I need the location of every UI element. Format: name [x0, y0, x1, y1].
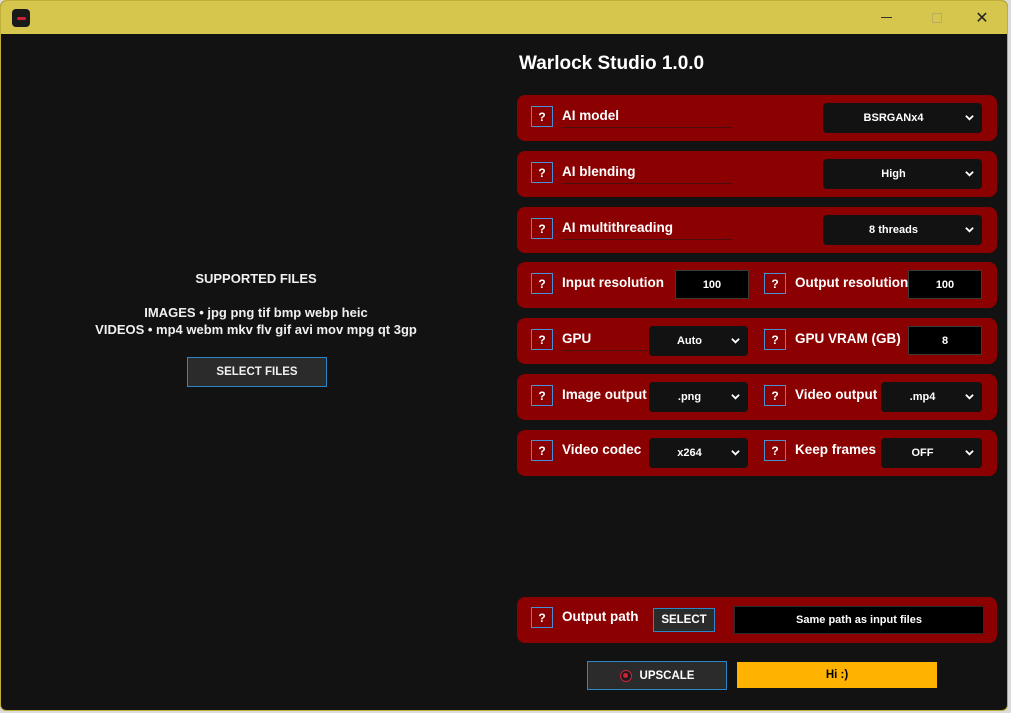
- chevron-down-icon: [965, 115, 974, 121]
- app-title: Warlock Studio 1.0.0: [519, 53, 705, 74]
- ai-multithreading-row: ? AI multithreading 8 threads: [517, 207, 997, 253]
- chevron-down-icon: [965, 394, 974, 400]
- ai-model-dropdown[interactable]: BSRGANx4: [823, 103, 982, 133]
- video-output-value: .mp4: [909, 391, 936, 403]
- resolution-row: ? Input resolution 100 ? Output resoluti…: [517, 262, 997, 308]
- app-window: ✕ SUPPORTED FILES IMAGES • jpg png tif b…: [0, 0, 1008, 711]
- label-underline: [562, 127, 732, 128]
- upscale-button[interactable]: UPSCALE: [587, 661, 727, 690]
- warlock-icon: [12, 9, 30, 27]
- keep-frames-help-button[interactable]: ?: [764, 440, 786, 461]
- video-output-dropdown[interactable]: .mp4: [881, 382, 982, 412]
- supported-videos-text: VIDEOS • mp4 webm mkv flv gif avi mov mp…: [95, 322, 417, 337]
- chevron-down-icon: [731, 450, 740, 456]
- chevron-down-icon: [731, 338, 740, 344]
- supported-images-text: IMAGES • jpg png tif bmp webp heic: [144, 305, 368, 320]
- ai-blending-row: ? AI blending High: [517, 151, 997, 197]
- chevron-down-icon: [965, 171, 974, 177]
- gpu-help-button[interactable]: ?: [531, 329, 553, 350]
- ai-model-label: AI model: [562, 108, 620, 123]
- input-resolution-label: Input resolution: [562, 275, 664, 290]
- image-output-help-button[interactable]: ?: [531, 385, 553, 406]
- ai-blending-dropdown[interactable]: High: [823, 159, 982, 189]
- maximize-button[interactable]: [914, 1, 960, 34]
- input-resolution-help-button[interactable]: ?: [531, 273, 553, 294]
- output-resolution-field[interactable]: 100: [908, 270, 982, 299]
- chevron-down-icon: [965, 227, 974, 233]
- upscale-button-label: UPSCALE: [639, 669, 695, 682]
- video-codec-help-button[interactable]: ?: [531, 440, 553, 461]
- video-output-help-button[interactable]: ?: [764, 385, 786, 406]
- gpu-vram-label: GPU VRAM (GB): [795, 331, 901, 346]
- supported-files-title: SUPPORTED FILES: [195, 271, 317, 286]
- ai-multithreading-help-button[interactable]: ?: [531, 218, 553, 239]
- label-underline: [562, 239, 732, 240]
- ai-multithreading-label: AI multithreading: [562, 220, 673, 235]
- video-output-label: Video output: [795, 387, 878, 402]
- ai-blending-help-button[interactable]: ?: [531, 162, 553, 183]
- output-format-row: ? Image output .png ? Video output .mp4: [517, 374, 997, 420]
- output-path-row: ? Output path SELECT Same path as input …: [517, 597, 997, 643]
- output-path-field[interactable]: Same path as input files: [734, 606, 984, 634]
- output-path-select-button[interactable]: SELECT: [653, 608, 715, 632]
- video-codec-dropdown[interactable]: x264: [649, 438, 748, 468]
- ai-blending-label: AI blending: [562, 164, 636, 179]
- image-output-dropdown[interactable]: .png: [649, 382, 748, 412]
- video-codec-label: Video codec: [562, 442, 642, 457]
- keep-frames-label: Keep frames: [795, 442, 877, 457]
- maximize-icon: [932, 12, 942, 23]
- label-underline: [562, 183, 732, 184]
- chevron-down-icon: [965, 450, 974, 456]
- video-codec-row: ? Video codec x264 ? Keep frames OFF: [517, 430, 997, 476]
- video-codec-value: x264: [677, 447, 702, 459]
- title-bar: ✕: [1, 1, 1007, 34]
- ai-model-help-button[interactable]: ?: [531, 106, 553, 127]
- ai-model-row: ? AI model BSRGANx4: [517, 95, 997, 141]
- gpu-vram-help-button[interactable]: ?: [764, 329, 786, 350]
- warlock-icon: [619, 669, 632, 682]
- output-path-label: Output path: [562, 609, 639, 624]
- image-output-value: .png: [677, 391, 702, 403]
- image-output-label: Image output: [562, 387, 647, 402]
- gpu-vram-field[interactable]: 8: [908, 326, 982, 355]
- ai-multithreading-value: 8 threads: [869, 224, 918, 236]
- output-path-help-button[interactable]: ?: [531, 607, 553, 628]
- file-drop-area[interactable]: SUPPORTED FILES IMAGES • jpg png tif bmp…: [1, 34, 511, 710]
- input-resolution-field[interactable]: 100: [675, 270, 749, 299]
- keep-frames-dropdown[interactable]: OFF: [881, 438, 982, 468]
- minimize-icon: [880, 17, 892, 18]
- close-button[interactable]: ✕: [959, 1, 1005, 34]
- status-message: Hi :): [737, 662, 937, 688]
- gpu-value: Auto: [676, 335, 703, 347]
- gpu-label: GPU: [562, 331, 592, 346]
- minimize-button[interactable]: [863, 1, 909, 34]
- select-files-button[interactable]: SELECT FILES: [187, 357, 327, 387]
- output-resolution-help-button[interactable]: ?: [764, 273, 786, 294]
- close-icon: ✕: [975, 8, 989, 27]
- gpu-dropdown[interactable]: Auto: [649, 326, 748, 356]
- output-resolution-label: Output resolution: [795, 275, 909, 290]
- ai-multithreading-dropdown[interactable]: 8 threads: [823, 215, 982, 245]
- ai-blending-value: High: [881, 168, 906, 180]
- label-underline: [562, 350, 648, 351]
- ai-model-value: BSRGANx4: [863, 112, 924, 124]
- gpu-row: ? GPU Auto ? GPU VRAM (GB) 8: [517, 318, 997, 364]
- chevron-down-icon: [731, 394, 740, 400]
- keep-frames-value: OFF: [911, 447, 934, 459]
